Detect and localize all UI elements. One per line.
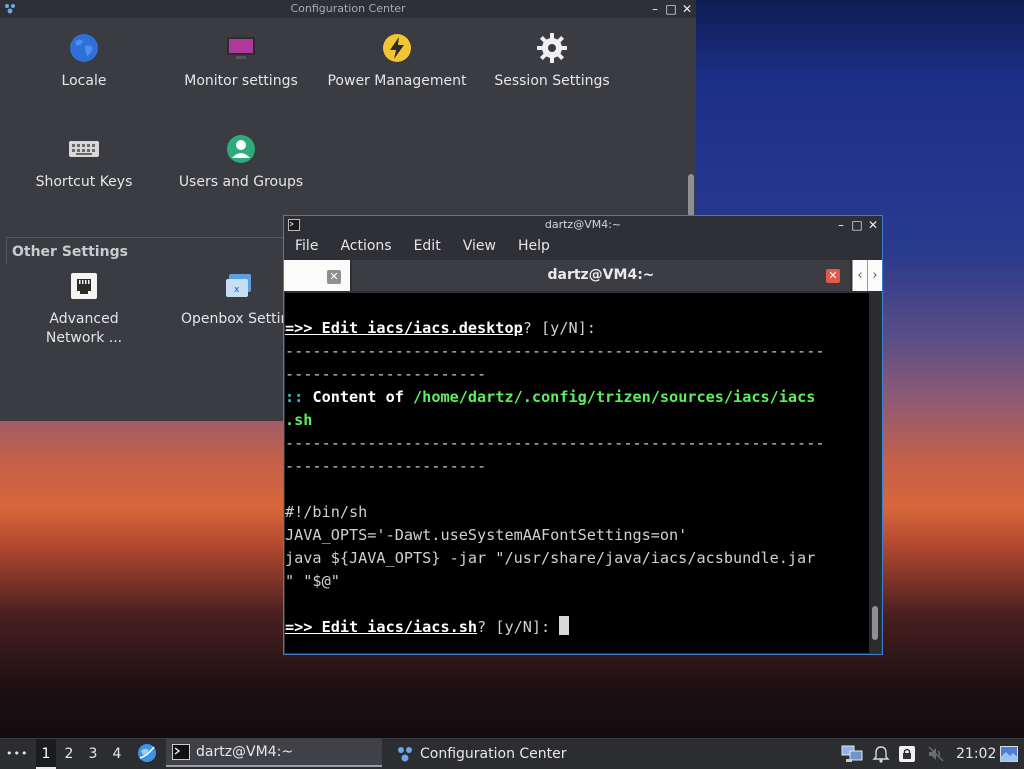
minimize-button[interactable]: – <box>648 2 662 16</box>
locale-item[interactable]: Locale <box>6 32 162 91</box>
tab-active[interactable]: dartz@VM4:~ ✕ <box>352 260 850 291</box>
config-center-titlebar[interactable]: Configuration Center – □ ✕ <box>0 0 696 18</box>
openbox-settings-label: Openbox Settin <box>181 311 285 327</box>
advanced-network-label-2: Network ... <box>45 330 123 346</box>
terminal-scrollbar[interactable] <box>869 293 881 653</box>
users-and-groups-item[interactable]: Users and Groups <box>163 133 319 192</box>
session-settings-item[interactable]: Session Settings <box>474 32 630 91</box>
terminal-tabbar: ✕ dartz@VM4:~ ✕ ‹ › <box>284 259 882 292</box>
terminal-output[interactable]: =>> Edit iacs/iacs.desktop? [y/N]: -----… <box>285 293 869 653</box>
task-config-center[interactable]: Configuration Center <box>392 739 592 769</box>
app-menu-button[interactable]: ••• <box>6 739 28 769</box>
terminal-window: dartz@VM4:~ – □ ✕ File Actions Edit View… <box>284 216 882 654</box>
terminal-maximize-button[interactable]: □ <box>850 218 864 232</box>
menu-edit[interactable]: Edit <box>403 238 452 254</box>
advanced-network-item[interactable]: Advanced Network ... <box>6 270 162 348</box>
taskbar: ••• 1 2 3 4 dartz@VM4:~ Configuration Ce… <box>0 738 1024 769</box>
svg-text:x: x <box>234 285 240 295</box>
menu-view[interactable]: View <box>452 238 507 254</box>
terminal-title: dartz@VM4:~ <box>544 218 622 231</box>
network-icon <box>71 273 97 299</box>
terminal-line-content-header: :: Content of /home/dartz/.config/trizen… <box>285 388 816 406</box>
terminal-scrollbar-thumb[interactable] <box>872 606 878 640</box>
browser-launcher-icon[interactable] <box>137 743 157 763</box>
shortcut-keys-label: Shortcut Keys <box>35 174 133 190</box>
tab-active-close-icon[interactable]: ✕ <box>826 269 840 283</box>
workspace-4[interactable]: 4 <box>108 739 126 769</box>
advanced-network-label-1: Advanced <box>49 311 119 327</box>
session-settings-label: Session Settings <box>494 73 610 89</box>
close-button[interactable]: ✕ <box>680 2 694 16</box>
terminal-line-divider-2b: ---------------------- <box>285 457 487 475</box>
terminal-line-divider-1: ----------------------------------------… <box>285 342 825 360</box>
terminal-line-divider-1b: ---------------------- <box>285 365 487 383</box>
notifications-bell-icon[interactable] <box>872 745 890 763</box>
network-tray-icon[interactable] <box>841 745 863 763</box>
globe-icon <box>70 34 98 62</box>
terminal-menubar: File Actions Edit View Help <box>284 234 882 258</box>
tab-close-icon[interactable]: ✕ <box>327 270 341 284</box>
terminal-titlebar[interactable]: dartz@VM4:~ – □ ✕ <box>284 216 882 234</box>
locale-label: Locale <box>61 73 107 89</box>
menu-file[interactable]: File <box>284 238 329 254</box>
task-terminal-label: dartz@VM4:~ <box>196 744 294 760</box>
monitor-settings-label: Monitor settings <box>184 73 298 89</box>
workspace-2[interactable]: 2 <box>60 739 78 769</box>
terminal-line-prompt-2: =>> Edit iacs/iacs.sh? [y/N]: <box>285 616 570 639</box>
power-management-item[interactable]: Power Management <box>319 32 475 91</box>
user-icon <box>227 135 255 163</box>
volume-muted-icon[interactable] <box>927 745 945 763</box>
tab-active-label: dartz@VM4:~ <box>547 267 655 283</box>
terminal-line-content-header-cont: .sh <box>285 411 313 429</box>
config-icon <box>398 747 412 762</box>
lock-icon[interactable] <box>898 745 916 763</box>
monitor-settings-item[interactable]: Monitor settings <box>163 32 319 91</box>
terminal-line-code-3b: " "$@" <box>285 572 340 590</box>
task-config-center-label: Configuration Center <box>420 746 567 762</box>
workspace-3[interactable]: 3 <box>84 739 102 769</box>
menu-actions[interactable]: Actions <box>329 238 402 254</box>
other-settings-label: Other Settings <box>12 244 128 260</box>
task-terminal[interactable]: dartz@VM4:~ <box>166 739 382 767</box>
users-and-groups-label: Users and Groups <box>178 174 304 190</box>
clock[interactable]: 21:02 <box>956 739 996 769</box>
workspace-1[interactable]: 1 <box>36 739 56 769</box>
terminal-line-prompt-1: =>> Edit iacs/iacs.desktop? [y/N]: <box>285 319 596 337</box>
terminal-close-button[interactable]: ✕ <box>866 218 880 232</box>
terminal-line-divider-2: ----------------------------------------… <box>285 434 825 452</box>
shortcut-keys-item[interactable]: Shortcut Keys <box>6 133 162 192</box>
terminal-line-code-1: #!/bin/sh <box>285 503 368 521</box>
lightning-icon <box>383 34 411 62</box>
openbox-settings-item[interactable]: x Openbox Settin <box>163 270 285 329</box>
show-desktop-icon[interactable] <box>1000 746 1018 762</box>
terminal-line-code-2: JAVA_OPTS='-Dawt.useSystemAAFontSettings… <box>285 526 688 544</box>
terminal-line-code-3: java ${JAVA_OPTS} -jar "/usr/share/java/… <box>285 549 816 567</box>
terminal-cursor <box>559 616 570 635</box>
terminal-minimize-button[interactable]: – <box>834 218 848 232</box>
maximize-button[interactable]: □ <box>664 2 678 16</box>
openbox-icon: x <box>226 274 251 297</box>
tab-scroll-left-icon[interactable]: ‹ <box>852 260 867 291</box>
tab-inactive[interactable]: ✕ <box>284 260 350 291</box>
gear-icon <box>537 33 567 63</box>
menu-help[interactable]: Help <box>507 238 561 254</box>
terminal-icon <box>172 744 190 760</box>
monitor-icon <box>227 37 255 59</box>
tab-scroll-right-icon[interactable]: › <box>867 260 882 291</box>
window-title: Configuration Center <box>290 2 406 15</box>
power-management-label: Power Management <box>327 73 467 89</box>
keyboard-icon <box>69 141 99 157</box>
